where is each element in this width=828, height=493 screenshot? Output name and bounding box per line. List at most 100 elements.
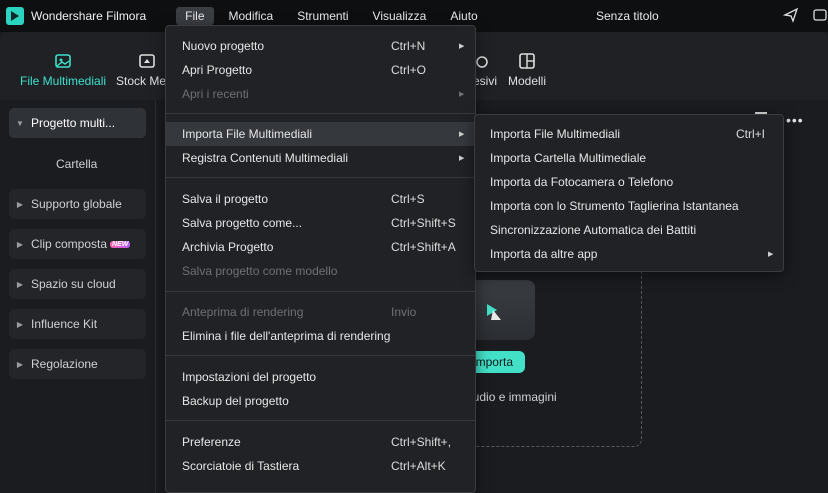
menu-help[interactable]: Aiuto [441,7,486,25]
menu-item-label: Registra Contenuti Multimediali [182,151,349,165]
submenu-item-beat-sync[interactable]: Sincronizzazione Automatica dei Battiti [475,218,783,242]
menu-item-label: Sincronizzazione Automatica dei Battiti [490,223,697,237]
menu-item-import-media[interactable]: Importa File Multimediali ▶ [166,122,475,146]
menu-edit[interactable]: Modifica [220,7,283,25]
menu-tools[interactable]: Strumenti [288,7,357,25]
menu-item-label: Salva progetto come modello [182,264,338,278]
menu-item-shortcut: Ctrl+Shift+A [391,240,456,254]
sidebar-item-project-media[interactable]: ▼ Progetto multi... [9,108,146,138]
chevron-right-icon: ▶ [16,239,24,249]
sidebar-item-label: Clip composta [31,237,108,251]
submenu-item-import-folder[interactable]: Importa Cartella Multimediale [475,146,783,170]
menu-item-label: Anteprima di rendering [182,305,304,319]
menu-item-label: Importa con lo Strumento Taglierina Ista… [490,199,739,213]
menu-item-shortcut: Ctrl+Alt+K [391,459,446,473]
sidebar-item-adjustment[interactable]: ▶ Regolazione [9,349,146,379]
menu-item-label: Archivia Progetto [182,240,274,254]
menu-separator [166,291,475,292]
filmora-logo-icon [6,7,24,25]
menu-file[interactable]: File [176,7,214,25]
chevron-down-icon: ▼ [16,118,24,128]
menu-item-label: Importa Cartella Multimediale [490,151,647,165]
menu-item-save[interactable]: Salva il progetto Ctrl+S [166,187,475,211]
menu-item-shortcut: Ctrl+Shift+S [391,216,456,230]
menu-item-delete-render-files[interactable]: Elimina i file dell'anteprima di renderi… [166,324,475,348]
menu-item-recent: Apri i recenti ▶ [166,82,475,106]
submenu-arrow-icon: ▶ [768,251,774,258]
submenu-item-import-camera[interactable]: Importa da Fotocamera o Telefono [475,170,783,194]
menu-separator [166,177,475,178]
menu-item-backup[interactable]: Backup del progetto [166,389,475,413]
send-icon[interactable] [783,7,799,23]
menu-item-shortcut: Ctrl+O [391,63,427,77]
app-name: Wondershare Filmora [31,9,147,23]
submenu-arrow-icon: ▶ [459,155,465,162]
menu-item-shortcut: Ctrl+S [391,192,425,206]
media-icon [55,54,71,68]
menu-separator [166,113,475,114]
window-icon[interactable] [812,7,828,23]
menu-item-save-as-template: Salva progetto come modello [166,259,475,283]
submenu-arrow-icon: ▶ [459,131,465,138]
menu-item-shortcut: Ctrl+I [736,127,766,141]
sidebar-item-label: Influence Kit [31,317,98,331]
sidebar-item-label: Supporto globale [31,197,122,211]
menu-item-label: Importa da altre app [490,247,598,261]
tool-stock-label: Stock Me [116,74,167,88]
stock-icon [139,54,155,68]
menu-separator [166,420,475,421]
chevron-right-icon: ▶ [16,319,24,329]
chevron-right-icon: ▶ [16,359,24,369]
menu-item-archive[interactable]: Archivia Progetto Ctrl+Shift+A [166,235,475,259]
submenu-arrow-icon: ▶ [459,91,465,98]
sidebar-item-label: Spazio su cloud [31,277,116,291]
menu-bar: File Modifica Strumenti Visualizza Aiuto [176,6,493,26]
menu-view[interactable]: Visualizza [364,7,436,25]
menu-item-label: Salva progetto come... [182,216,303,230]
submenu-item-import-other-apps[interactable]: Importa da altre app ▶ [475,242,783,266]
menu-item-label: Elimina i file dell'anteprima di renderi… [182,329,391,343]
tool-templates[interactable]: Modelli [508,52,546,88]
sidebar-item-cloud-space[interactable]: ▶ Spazio su cloud [9,269,146,299]
tool-media[interactable]: File Multimediali [20,52,106,88]
menu-item-record-media[interactable]: Registra Contenuti Multimediali ▶ [166,146,475,170]
import-submenu: Importa File Multimediali Ctrl+I Importa… [474,114,784,272]
sidebar-item-label: Progetto multi... [31,116,116,130]
sidebar-item-influence-kit[interactable]: ▶ Influence Kit [9,309,146,339]
tool-templates-label: Modelli [508,74,547,88]
menu-item-label: Preferenze [182,435,241,449]
chevron-right-icon: ▶ [16,279,24,289]
menu-item-open-project[interactable]: Apri Progetto Ctrl+O [166,58,475,82]
menu-item-label: Importa da Fotocamera o Telefono [490,175,674,189]
new-badge: NEW [110,240,131,248]
menu-item-label: Importa File Multimediali [490,127,621,141]
tool-media-label: File Multimediali [20,74,107,88]
menu-item-label: Backup del progetto [182,394,289,408]
sidebar-item-folder[interactable]: Cartella [56,157,97,171]
menu-item-label: Salva il progetto [182,192,269,206]
sidebar-item-label: Regolazione [31,357,98,371]
tool-stock[interactable]: Stock Me [116,52,166,88]
menu-item-label: Apri i recenti [182,87,249,101]
menu-item-render-preview: Anteprima di rendering Invio [166,300,475,324]
menu-separator [166,355,475,356]
more-options-icon[interactable]: ••• [786,112,804,128]
submenu-arrow-icon: ▶ [459,43,465,50]
menu-item-shortcut: Ctrl+N [391,39,426,53]
menu-item-keyboard-shortcuts[interactable]: Scorciatoie di Tastiera Ctrl+Alt+K [166,454,475,478]
sidebar-item-global-support[interactable]: ▶ Supporto globale [9,189,146,219]
menu-item-save-as[interactable]: Salva progetto come... Ctrl+Shift+S [166,211,475,235]
menu-item-label: Importa File Multimediali [182,127,313,141]
menu-item-preferences[interactable]: Preferenze Ctrl+Shift+, [166,430,475,454]
menu-item-project-settings[interactable]: Impostazioni del progetto [166,365,475,389]
sidebar-item-compound-clip[interactable]: ▶ Clip composta NEW [9,229,146,259]
submenu-item-import-files[interactable]: Importa File Multimediali Ctrl+I [475,122,783,146]
menu-item-label: Nuovo progetto [182,39,265,53]
menu-item-new-project[interactable]: Nuovo progetto Ctrl+N ▶ [166,34,475,58]
submenu-item-instant-cutter[interactable]: Importa con lo Strumento Taglierina Ista… [475,194,783,218]
import-hint-text: audio e immagini [466,390,557,404]
tool-effects[interactable]: esivi [473,52,497,88]
document-title: Senza titolo [596,9,659,23]
templates-icon [519,53,535,69]
menu-item-label: Scorciatoie di Tastiera [182,459,300,473]
